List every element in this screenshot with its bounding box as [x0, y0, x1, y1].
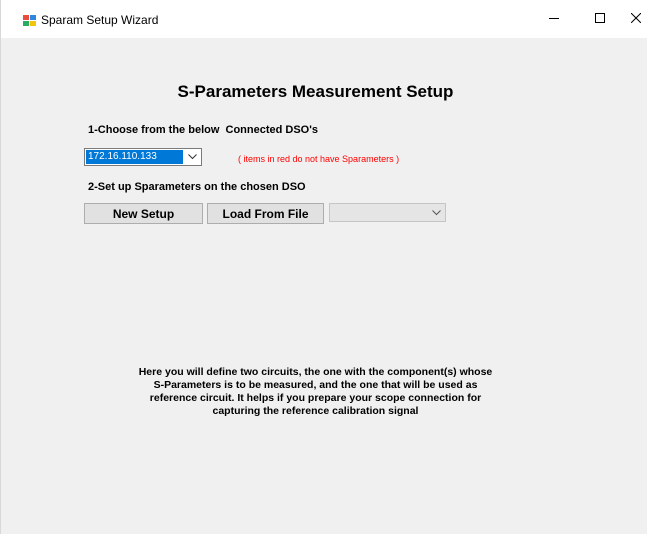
minimize-button[interactable] [531, 0, 577, 38]
maximize-button[interactable] [577, 0, 623, 38]
sparameters-note: ( items in red do not have Sparameters ) [238, 154, 400, 164]
dso-select[interactable]: 172.16.110.133 [84, 148, 202, 166]
close-icon [630, 10, 641, 28]
title-bar[interactable]: Sparam Setup Wizard [1, 0, 647, 38]
close-button[interactable] [623, 0, 647, 38]
setup-file-select[interactable] [329, 203, 446, 222]
maximize-icon [595, 10, 605, 28]
load-from-file-button[interactable]: Load From File [207, 203, 324, 224]
page-title: S-Parameters Measurement Setup [177, 82, 454, 101]
step2-label: 2-Set up Sparameters on the chosen DSO [88, 181, 306, 193]
step1-label: 1-Choose from the below Connected DSO's [88, 124, 318, 136]
setup-wizard-icon [23, 14, 37, 26]
new-setup-button[interactable]: New Setup [84, 203, 203, 224]
description-text: Here you will define two circuits, the o… [138, 366, 493, 417]
chevron-down-icon[interactable] [184, 149, 201, 165]
minimize-icon [549, 10, 559, 28]
window-title: Sparam Setup Wizard [41, 13, 159, 27]
chevron-down-icon[interactable] [428, 204, 445, 221]
dso-select-value: 172.16.110.133 [86, 150, 183, 164]
wizard-window: Sparam Setup Wizard S-Parameters Measure… [0, 0, 647, 534]
